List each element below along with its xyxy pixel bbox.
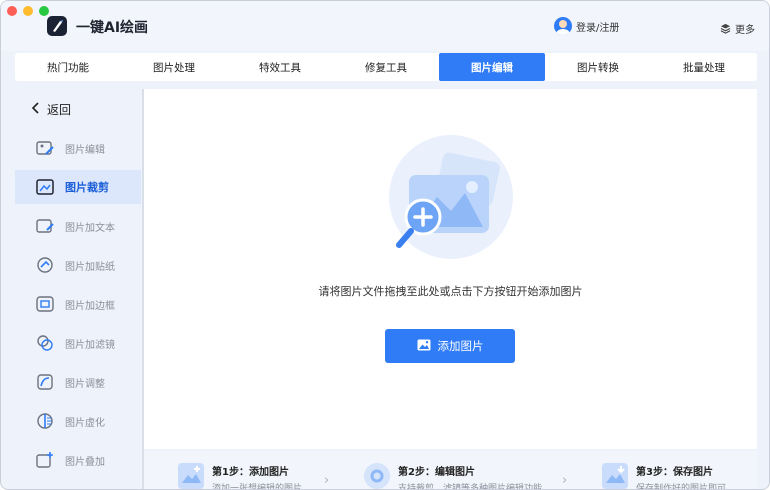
step-description: 保存制作好的图片即可 bbox=[636, 484, 727, 490]
add-image-illustration-icon bbox=[381, 135, 521, 265]
overlay-icon bbox=[35, 450, 55, 470]
tab-batch-processing[interactable]: 批量处理 bbox=[651, 53, 757, 81]
sidebar-item-crop[interactable]: 图片裁剪 bbox=[15, 170, 141, 204]
avatar bbox=[554, 17, 572, 35]
step-1: 第1步：添加图片 添加一张想编辑的图片 bbox=[178, 463, 303, 490]
tab-hot-features[interactable]: 热门功能 bbox=[15, 53, 121, 81]
tab-image-convert[interactable]: 图片转换 bbox=[545, 53, 651, 81]
sidebar-item-label: 图片调整 bbox=[65, 378, 105, 390]
sidebar-item-sticker[interactable]: 图片加贴纸 bbox=[15, 248, 141, 282]
minimize-window-button[interactable] bbox=[23, 6, 33, 16]
gear-icon bbox=[364, 463, 390, 489]
app-title: 一键AI绘画 bbox=[76, 20, 149, 36]
crop-icon bbox=[35, 177, 55, 197]
more-button[interactable]: 更多 bbox=[720, 19, 755, 38]
step-title: 第2步：编辑图片 bbox=[398, 467, 475, 478]
step-description: 支持裁剪、滤镜等多种图片编辑功能 bbox=[398, 484, 543, 490]
window-controls bbox=[7, 6, 49, 16]
sidebar: 返回 图片编辑 图片裁剪 图片加文本 图片加贴纸 图片加边框 图片加滤镜 图片调… bbox=[15, 89, 141, 489]
tab-label: 图片编辑 bbox=[471, 61, 513, 74]
steps-guide: 第1步：添加图片 添加一张想编辑的图片 › 第2步：编辑图片 支持裁剪、滤镜等多… bbox=[144, 451, 757, 490]
maximize-window-button[interactable] bbox=[39, 6, 49, 16]
tab-label: 图片处理 bbox=[153, 61, 195, 74]
tab-label: 热门功能 bbox=[47, 61, 89, 74]
tab-image-edit[interactable]: 图片编辑 bbox=[439, 53, 545, 81]
app-window: 一键AI绘画 登录/注册 更多 热门功能 图片处理 特效工具 修复工具 图片编辑… bbox=[0, 0, 770, 490]
close-window-button[interactable] bbox=[7, 6, 17, 16]
tab-label: 批量处理 bbox=[683, 61, 725, 74]
chevron-left-icon bbox=[31, 102, 41, 117]
save-image-step-icon bbox=[602, 463, 628, 489]
frame-icon bbox=[35, 294, 55, 314]
step-2: 第2步：编辑图片 支持裁剪、滤镜等多种图片编辑功能 bbox=[364, 463, 543, 490]
adjust-icon bbox=[35, 372, 55, 392]
tab-label: 修复工具 bbox=[365, 61, 407, 74]
sidebar-item-label: 图片裁剪 bbox=[65, 181, 109, 194]
image-icon bbox=[417, 339, 431, 354]
step-3: 第3步：保存图片 保存制作好的图片即可 bbox=[602, 463, 727, 490]
app-logo-icon bbox=[47, 16, 67, 36]
sidebar-item-image-edit[interactable]: 图片编辑 bbox=[15, 131, 141, 165]
step-title: 第1步：添加图片 bbox=[212, 467, 289, 478]
chevron-right-icon: › bbox=[562, 473, 568, 488]
login-button[interactable]: 登录/注册 bbox=[554, 17, 619, 35]
drop-hint-text: 请将图片文件拖拽至此处或点击下方按钮开始添加图片 bbox=[318, 285, 583, 298]
sidebar-item-overlay[interactable]: 图片叠加 bbox=[15, 443, 141, 477]
blur-icon bbox=[35, 411, 55, 431]
sidebar-item-blur[interactable]: 图片虚化 bbox=[15, 404, 141, 438]
sidebar-item-label: 图片加滤镜 bbox=[65, 339, 115, 351]
sticker-icon bbox=[35, 255, 55, 275]
image-edit-icon bbox=[35, 138, 55, 158]
sidebar-item-add-text[interactable]: 图片加文本 bbox=[15, 209, 141, 243]
back-button[interactable]: 返回 bbox=[31, 101, 71, 118]
sidebar-item-label: 图片虚化 bbox=[65, 417, 105, 429]
add-image-label: 添加图片 bbox=[437, 339, 484, 353]
add-image-step-icon bbox=[178, 463, 204, 489]
filter-icon bbox=[35, 333, 55, 353]
sidebar-item-label: 图片加贴纸 bbox=[65, 261, 115, 273]
add-text-icon bbox=[35, 216, 55, 236]
sidebar-item-adjust[interactable]: 图片调整 bbox=[15, 365, 141, 399]
step-title: 第3步：保存图片 bbox=[636, 467, 713, 478]
step-description: 添加一张想编辑的图片 bbox=[212, 484, 303, 490]
image-drop-zone[interactable]: 请将图片文件拖拽至此处或点击下方按钮开始添加图片 添加图片 bbox=[144, 89, 757, 449]
sidebar-item-label: 图片叠加 bbox=[65, 456, 105, 468]
title-bar: 一键AI绘画 登录/注册 更多 bbox=[1, 1, 769, 51]
add-image-button[interactable]: 添加图片 bbox=[385, 329, 515, 363]
chevron-right-icon: › bbox=[324, 473, 330, 488]
sidebar-item-label: 图片编辑 bbox=[65, 144, 105, 156]
login-label: 登录/注册 bbox=[576, 22, 620, 34]
tab-effects-tools[interactable]: 特效工具 bbox=[227, 53, 333, 81]
tab-label: 图片转换 bbox=[577, 61, 619, 74]
back-label: 返回 bbox=[47, 103, 72, 117]
sidebar-item-label: 图片加边框 bbox=[65, 300, 115, 312]
layers-icon bbox=[720, 19, 731, 38]
sidebar-item-filter[interactable]: 图片加滤镜 bbox=[15, 326, 141, 360]
main-tab-bar: 热门功能 图片处理 特效工具 修复工具 图片编辑 图片转换 批量处理 bbox=[15, 53, 757, 81]
tab-label: 特效工具 bbox=[259, 61, 301, 74]
tab-image-processing[interactable]: 图片处理 bbox=[121, 53, 227, 81]
tab-repair-tools[interactable]: 修复工具 bbox=[333, 53, 439, 81]
more-label: 更多 bbox=[735, 25, 755, 36]
sidebar-item-frame[interactable]: 图片加边框 bbox=[15, 287, 141, 321]
sidebar-item-label: 图片加文本 bbox=[65, 222, 115, 234]
